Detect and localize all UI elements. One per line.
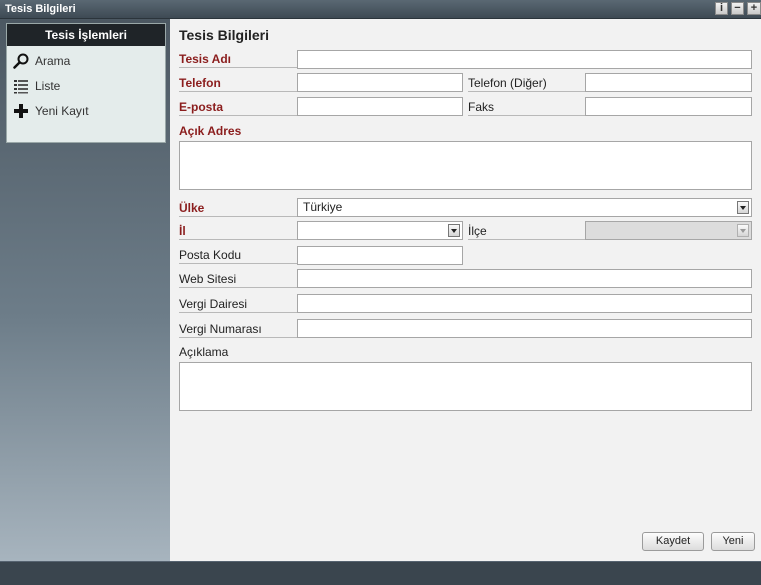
vergi-numarasi-label: Vergi Numarası [179, 320, 297, 338]
ulke-selected-value: Türkiye [303, 200, 343, 214]
eposta-label: E-posta [179, 98, 297, 116]
page-title: Tesis Bilgileri [179, 27, 269, 43]
window-titlebar: Tesis Bilgileri i − + [0, 0, 761, 19]
ulke-select[interactable]: Türkiye [297, 198, 752, 217]
posta-kodu-input[interactable] [297, 246, 463, 265]
chevron-down-icon[interactable] [737, 201, 749, 214]
new-button[interactable]: Yeni [711, 532, 755, 551]
il-select[interactable] [297, 221, 463, 240]
web-sitesi-input[interactable] [297, 269, 752, 288]
telefon-diger-input[interactable] [585, 73, 752, 92]
add-icon [14, 104, 28, 118]
search-icon [13, 53, 29, 69]
vergi-numarasi-input[interactable] [297, 319, 752, 338]
ilce-label: İlçe [468, 222, 585, 240]
eposta-input[interactable] [297, 97, 463, 116]
telefon-diger-label: Telefon (Diğer) [468, 74, 585, 92]
acik-adres-label: Açık Adres [179, 124, 242, 138]
telefon-label: Telefon [179, 74, 297, 92]
chevron-down-icon[interactable] [448, 224, 460, 237]
main-form: Tesis Bilgileri Tesis Adı Telefon Telefo… [170, 19, 761, 561]
il-label: İl [179, 222, 297, 240]
actions-panel: Tesis İşlemleri Arama Liste Yeni Kayıt [6, 23, 166, 143]
sidebar-item-liste[interactable]: Liste [11, 76, 60, 96]
sidebar-item-yeni-kayit[interactable]: Yeni Kayıt [11, 101, 89, 121]
tesis-adi-input[interactable] [297, 50, 752, 69]
sidebar-item-label: Yeni Kayıt [35, 104, 89, 118]
ulke-label: Ülke [179, 199, 297, 217]
faks-label: Faks [468, 98, 585, 116]
chevron-down-icon [737, 224, 749, 237]
info-icon[interactable]: i [715, 2, 728, 15]
sidebar: Tesis İşlemleri Arama Liste Yeni Kayıt [0, 19, 170, 561]
sidebar-header: Tesis İşlemleri [7, 24, 165, 46]
telefon-input[interactable] [297, 73, 463, 92]
list-icon [14, 80, 28, 94]
save-button[interactable]: Kaydet [642, 532, 704, 551]
acik-adres-textarea[interactable] [179, 141, 752, 190]
aciklama-textarea[interactable] [179, 362, 752, 411]
ilce-select [585, 221, 752, 240]
maximize-icon[interactable]: + [747, 2, 761, 15]
status-bar [0, 561, 761, 585]
posta-kodu-label: Posta Kodu [179, 246, 297, 264]
sidebar-item-arama[interactable]: Arama [11, 51, 70, 71]
web-sitesi-label: Web Sitesi [179, 270, 297, 288]
vergi-dairesi-input[interactable] [297, 294, 752, 313]
vergi-dairesi-label: Vergi Dairesi [179, 295, 297, 313]
faks-input[interactable] [585, 97, 752, 116]
sidebar-item-label: Liste [35, 79, 61, 93]
tesis-adi-label: Tesis Adı [179, 50, 297, 68]
aciklama-label: Açıklama [179, 345, 229, 359]
sidebar-item-label: Arama [35, 54, 71, 68]
window-title: Tesis Bilgileri [5, 3, 76, 15]
minimize-icon[interactable]: − [731, 2, 744, 15]
